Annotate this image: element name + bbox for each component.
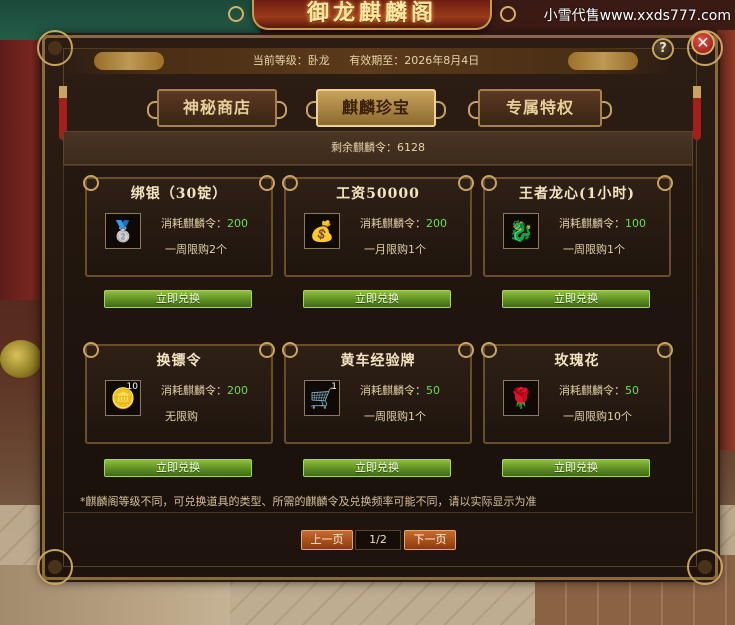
item-limit: 一周限购2个 [165,243,227,256]
item-card: 工资50000 💰 消耗麒麟令：200 一月限购1个 [282,175,474,277]
item-limit: 一周限购10个 [563,410,632,423]
item-limit: 一周限购1个 [563,243,625,256]
watermark-text: 小雪代售www.xxds777.com [543,8,731,24]
current-level: 当前等级：卧龙 [252,54,330,67]
item-quantity: 10 [126,382,138,392]
item-limit: 无限购 [165,410,198,423]
redeem-button[interactable]: 立即兑换 [104,290,252,308]
prev-page-button[interactable]: 上一页 [301,530,353,550]
item-card: 黄车经验牌 🛒 1 消耗麒麟令：50 一周限购1个 [282,342,474,444]
roof-decoration [0,0,260,40]
tassel-decoration [693,86,701,140]
redeem-button[interactable]: 立即兑换 [104,459,252,477]
redeem-button[interactable]: 立即兑换 [303,290,451,308]
item-cost: 消耗麒麟令：200 [360,217,447,230]
tab-exclusive-privileges[interactable]: 专属特权 [468,89,612,127]
rose-icon[interactable]: 🌹 [503,380,539,416]
item-cost: 消耗麒麟令：50 [559,384,639,397]
window-title-banner: 御龙麒麟阁 [252,0,492,30]
expiry-date: 有效期至：2026年8月4日 [349,54,480,67]
item-name: 工资50000 [336,186,420,202]
remaining-tokens: 剩余麒麟令：6128 [63,131,693,165]
title-ornament-left [228,6,244,22]
item-cost: 消耗麒麟令：200 [161,384,248,397]
token-icon[interactable]: 🪙 10 [105,380,141,416]
item-name: 绑银（30锭） [130,186,228,202]
cart-icon[interactable]: 🛒 1 [304,380,340,416]
corner-ornament [37,549,73,585]
disclaimer-note: *麒麟阁等级不同，可兑换道具的类型、所需的麒麟令及兑换频率可能不同，请以实际显示… [80,495,537,508]
item-name: 换镖令 [156,353,202,369]
redeem-button[interactable]: 立即兑换 [502,290,650,308]
item-card: 玫瑰花 🌹 消耗麒麟令：50 一周限购10个 [481,342,673,444]
page-indicator: 1/2 [355,530,401,550]
gold-coins-icon[interactable]: 💰 [304,213,340,249]
tab-qilin-treasures[interactable]: 麒麟珍宝 [306,89,446,127]
corner-ornament [687,549,723,585]
item-limit: 一周限购1个 [364,410,426,423]
item-card: 王者龙心(1小时) 🐉 消耗麒麟令：100 一周限购1个 [481,175,673,277]
item-cost: 消耗麒麟令：50 [360,384,440,397]
pillar-decoration [717,30,735,450]
help-button[interactable]: ? [652,38,674,60]
silver-ingot-icon[interactable]: 🥈 [105,213,141,249]
gold-pot-decoration [0,340,42,378]
item-quantity: 1 [331,382,337,392]
close-button[interactable]: ✕ [691,31,715,55]
tab-mystery-shop[interactable]: 神秘商店 [147,89,287,127]
cloud-ornament-left [94,52,164,70]
item-name: 玫瑰花 [554,353,600,369]
item-limit: 一月限购1个 [364,243,426,256]
item-name: 王者龙心(1小时) [519,186,635,202]
title-ornament-right [500,6,516,22]
redeem-button[interactable]: 立即兑换 [502,459,650,477]
item-card: 绑银（30锭） 🥈 消耗麒麟令：200 一周限购2个 [83,175,275,277]
cloud-ornament-right [568,52,638,70]
header-strip: 当前等级：卧龙 有效期至：2026年8月4日 [60,48,672,74]
window-title: 御龙麒麟阁 [306,0,437,26]
item-cost: 消耗麒麟令：200 [161,217,248,230]
item-name: 黄车经验牌 [340,353,416,369]
redeem-button[interactable]: 立即兑换 [303,459,451,477]
next-page-button[interactable]: 下一页 [404,530,456,550]
item-card: 换镖令 🪙 10 消耗麒麟令：200 无限购 [83,342,275,444]
item-cost: 消耗麒麟令：100 [559,217,646,230]
dragon-icon[interactable]: 🐉 [503,213,539,249]
